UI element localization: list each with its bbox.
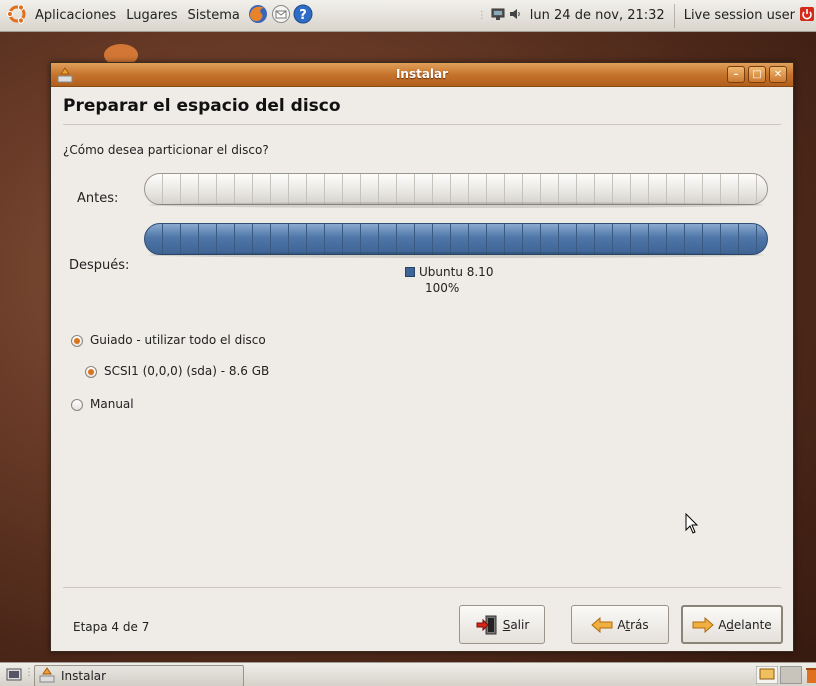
network-icon[interactable] bbox=[491, 7, 505, 25]
before-label: Antes: bbox=[77, 191, 119, 206]
top-panel: Aplicaciones Lugares Sistema ? ⋮ lun 24 … bbox=[0, 0, 816, 32]
after-label: Después: bbox=[69, 258, 130, 273]
forward-button-label: Adelante bbox=[718, 617, 772, 632]
forward-button[interactable]: Adelante bbox=[681, 605, 783, 644]
quit-button[interactable]: Salir bbox=[459, 605, 545, 644]
maximize-button[interactable]: □ bbox=[748, 66, 766, 83]
separator bbox=[63, 124, 781, 125]
option-disk-label[interactable]: SCSI1 (0,0,0) (sda) - 8.6 GB bbox=[104, 364, 269, 378]
separator bbox=[63, 587, 781, 588]
arrow-right-icon bbox=[692, 616, 715, 633]
legend-swatch bbox=[405, 267, 415, 277]
mail-icon[interactable] bbox=[271, 4, 291, 28]
window-title: Instalar bbox=[395, 67, 449, 81]
firefox-icon[interactable] bbox=[247, 3, 269, 29]
disk-bar-before bbox=[144, 173, 768, 205]
mouse-cursor-icon bbox=[685, 512, 699, 538]
user-menu[interactable]: Live session user bbox=[679, 8, 800, 23]
step-indicator: Etapa 4 de 7 bbox=[73, 620, 150, 634]
radio-disk[interactable] bbox=[85, 366, 97, 378]
menu-applications[interactable]: Aplicaciones bbox=[30, 8, 121, 23]
bar-shadow bbox=[148, 252, 764, 258]
exit-icon bbox=[476, 615, 497, 634]
power-icon[interactable] bbox=[800, 6, 814, 26]
panel-divider bbox=[673, 3, 675, 28]
ubuntu-logo-icon[interactable] bbox=[6, 3, 28, 29]
legend-partition-percent: 100% bbox=[425, 281, 460, 295]
trash-icon[interactable] bbox=[806, 666, 816, 686]
question-label: ¿Cómo desea particionar el disco? bbox=[63, 143, 269, 157]
panel-separator: ⋮ bbox=[24, 667, 34, 678]
minimize-button[interactable]: – bbox=[727, 66, 745, 83]
clock[interactable]: lun 24 de nov, 21:32 bbox=[525, 8, 670, 23]
workspace-switcher-icon[interactable] bbox=[755, 665, 779, 686]
back-button[interactable]: Atrás bbox=[571, 605, 669, 644]
workspace-2[interactable] bbox=[780, 666, 802, 684]
volume-icon[interactable] bbox=[508, 7, 522, 25]
radio-manual[interactable] bbox=[71, 399, 83, 411]
quit-button-label: Salir bbox=[502, 617, 530, 632]
option-guided-label[interactable]: Guiado - utilizar todo el disco bbox=[90, 333, 266, 347]
bar-shadow bbox=[148, 202, 764, 208]
back-button-label: Atrás bbox=[617, 617, 649, 632]
menu-system[interactable]: Sistema bbox=[183, 8, 245, 23]
svg-text:?: ? bbox=[299, 8, 307, 23]
installer-icon bbox=[39, 666, 55, 686]
disk-bar-after[interactable] bbox=[144, 223, 768, 255]
show-desktop-icon[interactable] bbox=[6, 667, 22, 686]
installer-window: Instalar – □ ✕ Preparar el espacio del d… bbox=[50, 62, 794, 652]
arrow-left-icon bbox=[591, 616, 613, 633]
option-manual-label[interactable]: Manual bbox=[90, 397, 134, 411]
taskbar-label: Instalar bbox=[61, 669, 107, 683]
page-title: Preparar el espacio del disco bbox=[63, 96, 341, 116]
help-icon[interactable]: ? bbox=[293, 4, 313, 28]
taskbar-button-installer[interactable]: Instalar bbox=[34, 665, 244, 686]
radio-guided[interactable] bbox=[71, 335, 83, 347]
close-button[interactable]: ✕ bbox=[769, 66, 787, 83]
menu-places[interactable]: Lugares bbox=[121, 8, 182, 23]
bottom-panel: ⋮ Instalar bbox=[0, 662, 816, 686]
panel-separator: ⋮ bbox=[476, 10, 487, 21]
legend-partition-name: Ubuntu 8.10 bbox=[419, 265, 494, 279]
title-bar[interactable]: Instalar – □ ✕ bbox=[51, 63, 793, 87]
